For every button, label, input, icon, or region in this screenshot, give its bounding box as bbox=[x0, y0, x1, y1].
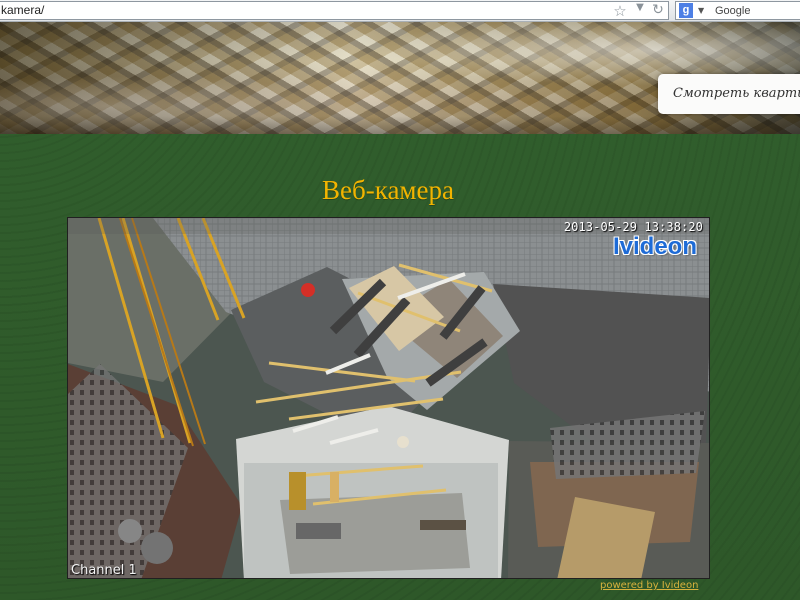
search-placeholder: Google bbox=[715, 5, 751, 17]
camera-channel-label: Channel 1 bbox=[71, 563, 137, 578]
web-search-box[interactable]: g ▼ Google bbox=[675, 1, 800, 20]
construction-site-camera-image bbox=[68, 218, 709, 578]
powered-by-ivideon-link[interactable]: powered by Ivideon bbox=[600, 580, 698, 591]
view-apartments-button[interactable]: Смотреть квартиры bbox=[658, 74, 800, 114]
reload-icon[interactable]: ↻ bbox=[650, 2, 666, 20]
page-title: Веб-камера bbox=[322, 175, 454, 206]
browser-toolbar: kamera/ ☆ ▼ ↻ g ▼ Google bbox=[0, 0, 800, 22]
search-engine-dropdown-icon[interactable]: ▼ bbox=[698, 2, 704, 20]
address-text: kamera/ bbox=[1, 3, 45, 17]
camera-timestamp: 2013-05-29 13:38:20 bbox=[563, 220, 703, 234]
star-icon[interactable]: ☆ bbox=[611, 2, 629, 20]
page: kamera/ ☆ ▼ ↻ g ▼ Google Смотреть кварти… bbox=[0, 0, 800, 600]
address-bar[interactable]: kamera/ ☆ ▼ ↻ bbox=[0, 1, 669, 20]
dropdown-arrow-icon[interactable]: ▼ bbox=[633, 2, 647, 20]
webcam-stream: 2013-05-29 13:38:20 Ivideon Channel 1 bbox=[67, 217, 710, 579]
google-icon: g bbox=[679, 3, 693, 18]
ivideon-logo: Ivideon bbox=[612, 233, 697, 260]
